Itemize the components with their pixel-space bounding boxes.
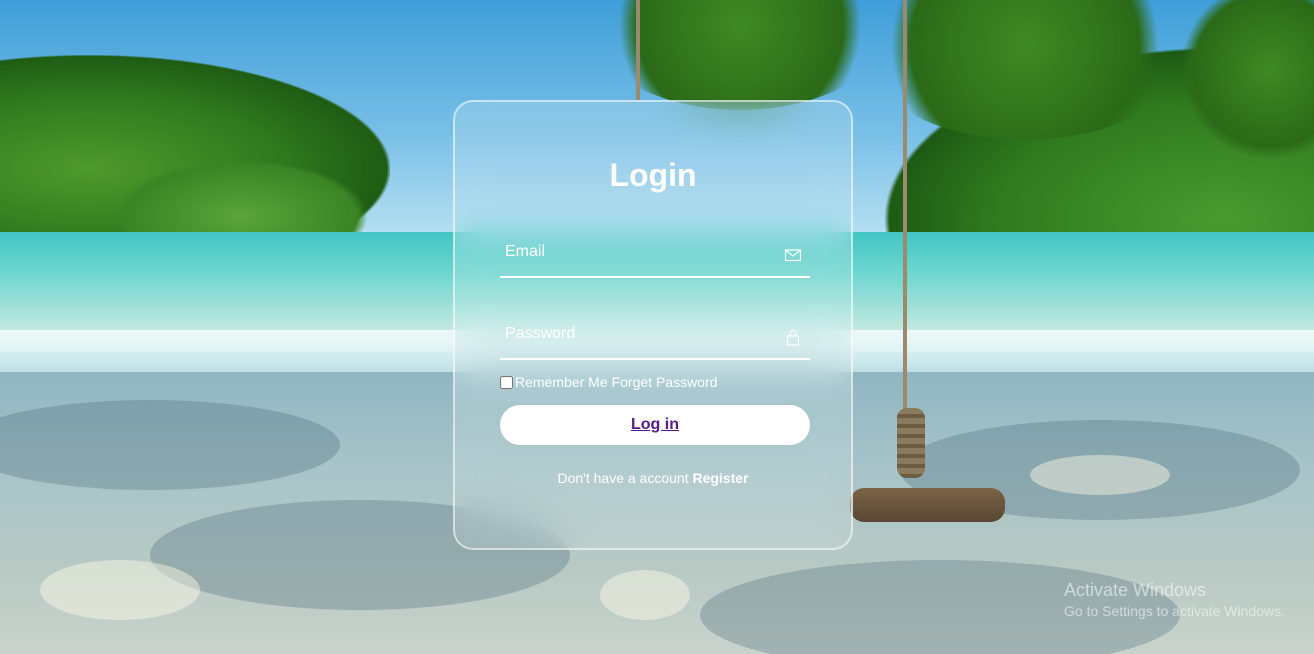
login-title: Login: [609, 157, 697, 193]
lock-icon: [786, 329, 800, 346]
watermark-title: Activate Windows: [1064, 580, 1207, 600]
no-account-text: Don't have a account: [557, 470, 689, 486]
remember-row: Remember Me Forget Password: [500, 374, 721, 390]
login-button[interactable]: Log in: [500, 405, 810, 445]
sun-patch: [600, 570, 690, 620]
watermark-subtitle: Go to Settings to activate Windows.: [1064, 603, 1285, 619]
register-line: Don't have a account Register: [455, 470, 851, 486]
envelope-icon: [784, 249, 802, 262]
swing-seat: [850, 488, 1005, 522]
email-input[interactable]: [500, 234, 777, 270]
rope-knot: [897, 408, 925, 478]
swing-rope: [636, 0, 640, 100]
swing-rope: [903, 0, 907, 420]
activate-windows-watermark: Activate Windows Go to Settings to activ…: [1064, 580, 1285, 619]
sun-patch: [40, 560, 200, 620]
forgot-password-link[interactable]: Forget Password: [612, 374, 718, 390]
password-input[interactable]: [500, 316, 777, 352]
island-left-shore: [120, 150, 390, 245]
password-field-group: [500, 316, 810, 360]
register-link[interactable]: Register: [692, 470, 748, 486]
remember-label[interactable]: Remember Me: [515, 374, 608, 390]
sun-patch: [1030, 455, 1170, 495]
remember-checkbox[interactable]: [500, 375, 513, 389]
login-card: Login Remember Me Forget Password Log in…: [453, 100, 853, 550]
email-field-group: [500, 234, 810, 278]
